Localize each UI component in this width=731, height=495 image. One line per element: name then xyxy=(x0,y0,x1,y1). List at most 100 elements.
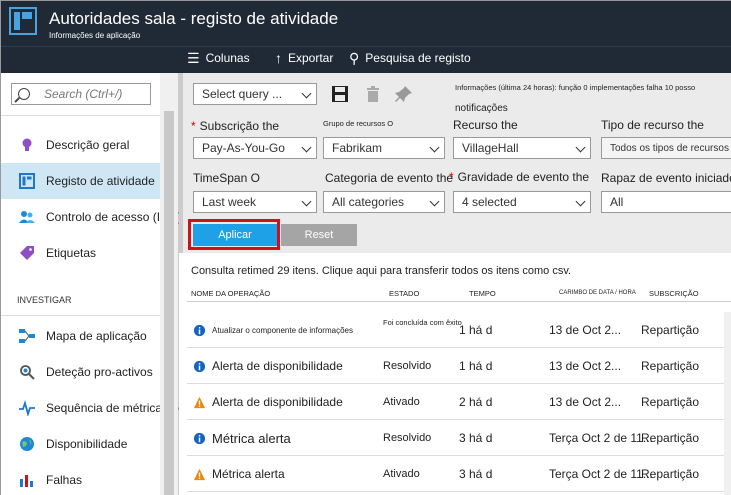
sidebar-item-smart-detection[interactable]: Deteção pro-activos xyxy=(1,354,161,390)
table-row[interactable]: Métrica alerta Ativado 3 há d Terça Oct 2 d… xyxy=(187,456,731,492)
subscription-cell: Repartição xyxy=(641,431,700,445)
header-divider xyxy=(187,301,731,302)
operation-name: Alerta de disponibilidade xyxy=(212,395,343,409)
subscription-value: Pay-As-You-Go xyxy=(202,141,285,155)
operation-name: Atualizar o componente de informações xyxy=(212,325,353,335)
sidebar-item-activity-log[interactable]: Registo de atividade xyxy=(1,163,161,199)
resource-type-select[interactable]: Todos os tipos de recursos xyxy=(601,137,731,159)
sidebar-item-label: Deteção pro-activos xyxy=(46,365,153,379)
apply-button[interactable]: Aplicar xyxy=(193,224,277,246)
col-header-timestamp[interactable]: CARIMBO DE DATA / HORA xyxy=(559,290,636,296)
col-header-status[interactable]: ESTADO xyxy=(389,289,419,298)
page-title: Autoridades sala - registo de atividade xyxy=(49,9,339,28)
operation-cell: Métrica alerta xyxy=(193,456,285,492)
filter-panel: Select query ... Informações (última 24 … xyxy=(179,73,731,253)
result-summary[interactable]: Consulta retimed 29 itens. Clique aqui p… xyxy=(191,265,571,277)
time-cell: 2 há d xyxy=(459,395,493,409)
resource-select[interactable]: VillageHall xyxy=(453,137,591,159)
chevron-down-icon xyxy=(575,142,586,153)
sidebar-item-label: Disponibilidade xyxy=(46,437,128,451)
magnifier-icon xyxy=(20,365,35,380)
table-row[interactable]: Alerta de disponibilidade Resolvido 1 há d… xyxy=(187,348,731,384)
resource-group-label: Grupo de recursos O xyxy=(323,119,394,128)
operation-cell: Métrica alerta xyxy=(193,420,291,456)
page-subtitle: Informações de aplicação xyxy=(49,31,141,40)
resource-label: Recurso the xyxy=(453,118,518,132)
log-search-icon: ⚲ xyxy=(349,50,360,66)
table-row[interactable]: Atualizar o componente de informações Foi… xyxy=(187,312,731,348)
query-select[interactable]: Select query ... xyxy=(193,83,317,105)
subscription-select[interactable]: Pay-As-You-Go xyxy=(193,137,317,159)
time-cell: 1 há d xyxy=(459,323,493,337)
search-log-label: Pesquisa de registo xyxy=(365,51,471,65)
delete-icon[interactable] xyxy=(365,85,381,103)
status-cell: Foi concluída com êxito xyxy=(383,318,462,327)
status-cell: Resolvido xyxy=(383,360,432,372)
info-icon xyxy=(193,432,206,444)
chevron-down-icon xyxy=(301,88,312,99)
initiated-select[interactable]: All xyxy=(601,191,731,213)
save-icon[interactable] xyxy=(331,85,349,103)
table-row[interactable]: Métrica alerta Resolvido 3 há d Terça Oct 2… xyxy=(187,420,731,456)
subscription-label: * Subscrição the xyxy=(191,119,280,133)
status-cell: Resolvido xyxy=(383,432,432,444)
initiated-label: Rapaz de evento iniciado xyxy=(601,171,731,185)
timestamp-cell: Terça Oct 2 de 11... xyxy=(549,431,653,445)
timestamp-cell: 13 de Oct 2... xyxy=(549,359,622,373)
resource-value: VillageHall xyxy=(462,141,519,155)
sidebar-item-overview[interactable]: Descrição geral xyxy=(1,127,161,163)
columns-button[interactable]: ☰ Colunas xyxy=(187,51,250,65)
sidebar-item-app-map[interactable]: Mapa de aplicação xyxy=(1,318,161,354)
col-header-operation[interactable]: NOME DA OPERAÇÃO xyxy=(191,289,270,298)
operation-name: Alerta de disponibilidade xyxy=(212,359,343,373)
event-category-select[interactable]: All categories xyxy=(323,191,445,213)
columns-label: Colunas xyxy=(205,51,250,65)
table-row[interactable]: Alerta de disponibilidade Ativado 2 há d 13… xyxy=(187,384,731,420)
columns-icon: ☰ xyxy=(187,50,200,66)
timestamp-cell: 13 de Oct 2... xyxy=(549,395,622,409)
info-icon xyxy=(193,360,206,372)
reset-button[interactable]: Reset xyxy=(281,224,357,246)
sidebar-item-live-metrics[interactable]: Sequência de métricas de Live xyxy=(1,390,210,426)
event-category-value: All categories xyxy=(332,195,405,209)
main-panel: Select query ... Informações (última 24 … xyxy=(179,73,731,495)
sidebar-item-tags[interactable]: Etiquetas xyxy=(1,235,161,271)
sidebar-item-availability[interactable]: Disponibilidade xyxy=(1,426,161,462)
status-cell: Ativado xyxy=(383,468,420,480)
scrollbar-thumb[interactable] xyxy=(164,111,174,495)
sidebar-item-label: Mapa de aplicação xyxy=(46,329,147,343)
results-scrollbar[interactable] xyxy=(724,312,731,495)
timespan-select[interactable]: Last week xyxy=(193,191,317,213)
activity-log-icon xyxy=(19,173,35,189)
search-input[interactable]: Search (Ctrl+/) xyxy=(11,83,151,105)
activity-log-icon xyxy=(9,7,37,35)
severity-value: 4 selected xyxy=(462,195,517,209)
search-log-button[interactable]: ⚲ Pesquisa de registo xyxy=(349,51,471,65)
chevron-down-icon xyxy=(301,196,312,207)
operation-cell: Atualizar o componente de informações xyxy=(193,312,353,348)
col-header-subscription[interactable]: SUBSCRIÇÃO xyxy=(649,289,699,298)
operation-name: Métrica alerta xyxy=(212,430,291,446)
event-category-label: Categoria de evento the xyxy=(325,171,454,185)
sidebar-item-access-control[interactable]: Controlo de acesso (IAM) xyxy=(1,199,182,235)
pin-icon[interactable] xyxy=(395,85,413,103)
globe-icon xyxy=(20,437,34,451)
required-asterisk: * xyxy=(449,170,454,184)
severity-select[interactable]: 4 selected xyxy=(453,191,591,213)
search-placeholder: Search (Ctrl+/) xyxy=(44,87,123,101)
blade-header: Autoridades sala - registo de atividade … xyxy=(1,1,731,46)
tag-icon xyxy=(20,246,34,260)
sidebar-scrollbar[interactable] xyxy=(160,73,178,495)
timestamp-cell: 13 de Oct 2... xyxy=(549,323,622,337)
export-button[interactable]: ↑ Exportar xyxy=(275,51,333,65)
timespan-value: Last week xyxy=(202,195,257,209)
sidebar-item-failures[interactable]: Falhas xyxy=(1,462,161,495)
resource-group-select[interactable]: Fabrikam xyxy=(323,137,445,159)
col-header-time[interactable]: TEMPO xyxy=(469,289,496,298)
section-heading: INVESTIGAR xyxy=(17,295,72,305)
chevron-down-icon xyxy=(575,196,586,207)
subscription-cell: Repartição xyxy=(641,359,700,373)
users-icon xyxy=(19,211,35,223)
sidebar-item-label: Registo de atividade xyxy=(46,174,155,188)
status-cell: Ativado xyxy=(383,396,420,408)
